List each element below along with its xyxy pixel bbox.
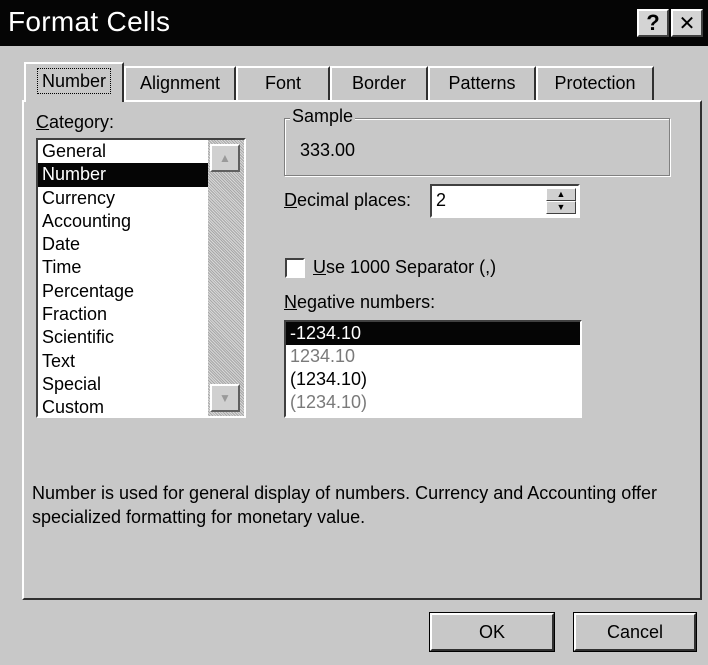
negative-item-red[interactable]: 1234.10 bbox=[286, 345, 580, 368]
cancel-button[interactable]: Cancel bbox=[573, 612, 697, 652]
decimal-places-mnemonic: D bbox=[284, 190, 297, 210]
category-item-scientific[interactable]: Scientific bbox=[38, 326, 208, 349]
tab-protection[interactable]: Protection bbox=[536, 66, 654, 100]
tab-protection-label: Protection bbox=[554, 73, 636, 93]
category-item-custom[interactable]: Custom bbox=[38, 396, 208, 419]
tab-border[interactable]: Border bbox=[330, 66, 428, 100]
negative-numbers-label: Negative numbers: bbox=[284, 292, 435, 313]
close-button[interactable]: ✕ bbox=[671, 9, 703, 37]
tab-patterns-label: Patterns bbox=[448, 73, 516, 93]
spin-down-arrow-icon[interactable]: ▼ bbox=[546, 201, 576, 214]
separator-label-text: se 1000 Separator (,) bbox=[326, 257, 497, 277]
tab-border-label: Border bbox=[351, 73, 407, 93]
format-cells-dialog: Format Cells ? ✕ Number Alignment Font B… bbox=[0, 0, 708, 665]
negative-numbers-mnemonic: N bbox=[284, 292, 297, 312]
category-label-text: ategory: bbox=[49, 112, 115, 132]
category-item-percentage[interactable]: Percentage bbox=[38, 280, 208, 303]
category-mnemonic: C bbox=[36, 112, 49, 132]
negative-numbers-listbox[interactable]: -1234.10 1234.10 (1234.10) (1234.10) bbox=[284, 320, 582, 418]
category-scrollbar[interactable]: ▲ ▼ bbox=[208, 140, 244, 416]
spin-up-arrow-icon[interactable]: ▲ bbox=[546, 188, 576, 201]
tab-font[interactable]: Font bbox=[236, 66, 330, 100]
separator-mnemonic: U bbox=[313, 257, 326, 277]
decimal-places-label-text: ecimal places: bbox=[297, 190, 412, 210]
tab-number-label: Number bbox=[36, 68, 112, 94]
tab-font-label: Font bbox=[264, 73, 302, 93]
scroll-down-arrow-icon[interactable]: ▼ bbox=[210, 384, 240, 412]
category-listbox[interactable]: General Number Currency Accounting Date … bbox=[36, 138, 246, 418]
category-item-text[interactable]: Text bbox=[38, 350, 208, 373]
category-item-general[interactable]: General bbox=[38, 140, 208, 163]
tab-alignment-label: Alignment bbox=[139, 73, 221, 93]
negative-item-parentheses[interactable]: (1234.10) bbox=[286, 368, 580, 391]
close-icon: ✕ bbox=[678, 13, 696, 35]
tab-patterns[interactable]: Patterns bbox=[428, 66, 536, 100]
tab-alignment[interactable]: Alignment bbox=[124, 66, 236, 100]
sample-legend: Sample bbox=[290, 106, 356, 127]
category-item-number[interactable]: Number bbox=[38, 163, 208, 187]
decimal-places-spin-buttons: ▲ ▼ bbox=[546, 188, 576, 214]
use-1000-separator-checkbox[interactable] bbox=[285, 258, 305, 278]
category-item-fraction[interactable]: Fraction bbox=[38, 303, 208, 326]
decimal-places-label: Decimal places: bbox=[284, 190, 411, 211]
category-item-special[interactable]: Special bbox=[38, 373, 208, 396]
category-label: Category: bbox=[36, 112, 114, 133]
use-1000-separator-label[interactable]: Use 1000 Separator (,) bbox=[313, 257, 496, 278]
negative-item-minus[interactable]: -1234.10 bbox=[286, 322, 580, 345]
category-item-accounting[interactable]: Accounting bbox=[38, 210, 208, 233]
ok-button[interactable]: OK bbox=[429, 612, 555, 652]
negative-numbers-label-text: egative numbers: bbox=[297, 292, 436, 312]
scroll-up-arrow-icon[interactable]: ▲ bbox=[210, 144, 240, 172]
category-description: Number is used for general display of nu… bbox=[32, 483, 657, 527]
category-item-currency[interactable]: Currency bbox=[38, 187, 208, 210]
category-item-time[interactable]: Time bbox=[38, 256, 208, 279]
category-item-date[interactable]: Date bbox=[38, 233, 208, 256]
title-bar[interactable]: Format Cells ? ✕ bbox=[0, 0, 708, 46]
window-title: Format Cells bbox=[8, 6, 171, 37]
decimal-places-value[interactable]: 2 bbox=[436, 190, 446, 211]
category-list-items: General Number Currency Accounting Date … bbox=[38, 140, 208, 420]
sample-value: 333.00 bbox=[300, 140, 356, 160]
negative-item-parentheses-red[interactable]: (1234.10) bbox=[286, 391, 580, 414]
help-button[interactable]: ? bbox=[637, 9, 669, 37]
tab-number[interactable]: Number bbox=[24, 62, 124, 102]
decimal-places-stepper[interactable]: 2 ▲ ▼ bbox=[430, 184, 580, 218]
